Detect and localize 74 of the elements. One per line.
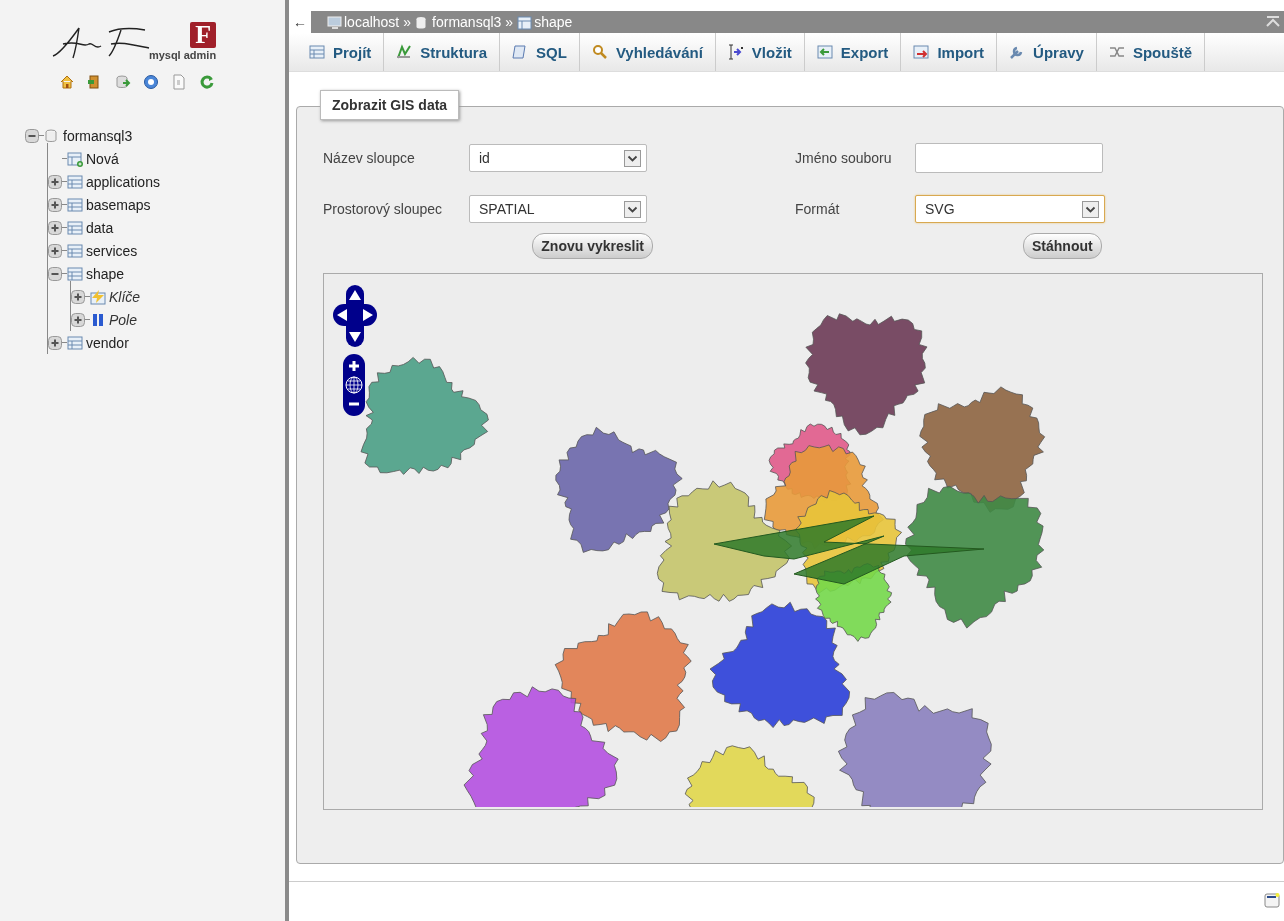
tab[interactable]: Spouště	[1096, 33, 1206, 71]
tree-item[interactable]: shape	[86, 265, 125, 282]
breadcrumb-separator: »	[505, 14, 514, 30]
tree-item[interactable]: Klíče	[109, 288, 141, 305]
field-label: Název sloupce	[323, 150, 416, 166]
table-icon	[67, 173, 83, 190]
home-icon[interactable]	[58, 74, 75, 90]
help-icon[interactable]	[142, 74, 159, 90]
table-icon	[309, 44, 325, 60]
table-icon	[67, 196, 83, 213]
computer-icon	[327, 14, 342, 30]
logo-caption: mysql admin	[148, 49, 217, 61]
expand-toggle-icon[interactable]	[48, 174, 62, 189]
table-icon	[67, 334, 83, 351]
expand-toggle-icon[interactable]	[71, 312, 85, 327]
table-icon	[67, 219, 83, 236]
export-icon	[816, 44, 833, 60]
table-icon	[67, 242, 83, 259]
zoom-control[interactable]	[343, 354, 365, 416]
import-icon	[913, 44, 930, 60]
tree-item[interactable]: services	[86, 242, 138, 259]
tab[interactable]: Vložit	[715, 33, 805, 71]
tree-item[interactable]: Pole	[109, 311, 138, 328]
search-icon	[591, 44, 608, 60]
pan-control[interactable]	[332, 284, 378, 348]
redraw-button[interactable]: Znovu vykreslit	[532, 233, 653, 259]
panel-legend: Zobrazit GIS data	[320, 90, 460, 120]
breadcrumb-link[interactable]: localhost	[327, 14, 400, 30]
tab[interactable]: Vyhledávání	[579, 33, 716, 71]
breadcrumb-separator: »	[403, 14, 412, 30]
tree-item[interactable]: basemaps	[86, 196, 151, 213]
expand-toggle-icon[interactable]	[48, 335, 62, 350]
field-label: Formát	[795, 201, 841, 217]
expand-toggle-icon[interactable]	[48, 243, 62, 258]
page-icon	[512, 44, 529, 60]
chart-icon	[396, 44, 413, 60]
tab[interactable]: Import	[901, 33, 998, 71]
collapse-icon[interactable]	[1266, 16, 1280, 28]
logo-letter: F	[190, 22, 217, 48]
tab[interactable]: Úpravy	[997, 33, 1097, 71]
dropdown[interactable]: SVG	[915, 195, 1105, 223]
tree-item[interactable]: vendor	[86, 334, 129, 351]
tab[interactable]: SQL	[500, 33, 580, 71]
tab[interactable]: Projít	[297, 33, 385, 71]
database-icon	[44, 127, 60, 144]
field-label: Jméno souboru	[795, 150, 893, 166]
tree-item[interactable]: Nová	[86, 150, 119, 167]
tree-item[interactable]: data	[86, 219, 114, 236]
field-label: Prostorový sloupec	[323, 201, 444, 217]
tree-item[interactable]: formansql3	[63, 127, 133, 144]
input-field[interactable]	[915, 143, 1103, 173]
refresh-icon[interactable]	[198, 74, 215, 90]
breadcrumb-link[interactable]: shape	[517, 14, 573, 30]
expand-toggle-icon[interactable]	[48, 197, 62, 212]
insert-icon	[727, 44, 744, 60]
new-table-icon	[67, 150, 83, 167]
table-icon	[517, 14, 533, 30]
columns-icon	[90, 311, 106, 328]
collapse-toggle-icon[interactable]	[25, 128, 39, 143]
collapse-toggle-icon[interactable]	[48, 266, 62, 281]
download-button[interactable]: Stáhnout	[1023, 233, 1102, 259]
shuffle-icon	[1108, 44, 1125, 60]
breadcrumb-link[interactable]: formansql3	[415, 14, 502, 30]
dropdown[interactable]: SPATIAL	[469, 195, 647, 223]
console-icon[interactable]	[1264, 892, 1280, 908]
dropdown[interactable]: id	[469, 144, 647, 172]
expand-toggle-icon[interactable]	[71, 289, 85, 304]
database-icon[interactable]	[114, 74, 131, 90]
expand-toggle-icon[interactable]	[48, 220, 62, 235]
tab[interactable]: Export	[804, 33, 902, 71]
tree-item[interactable]: applications	[86, 173, 160, 190]
table-icon	[67, 265, 83, 282]
tab[interactable]: Struktura	[384, 33, 501, 71]
key-table-icon	[90, 288, 106, 305]
